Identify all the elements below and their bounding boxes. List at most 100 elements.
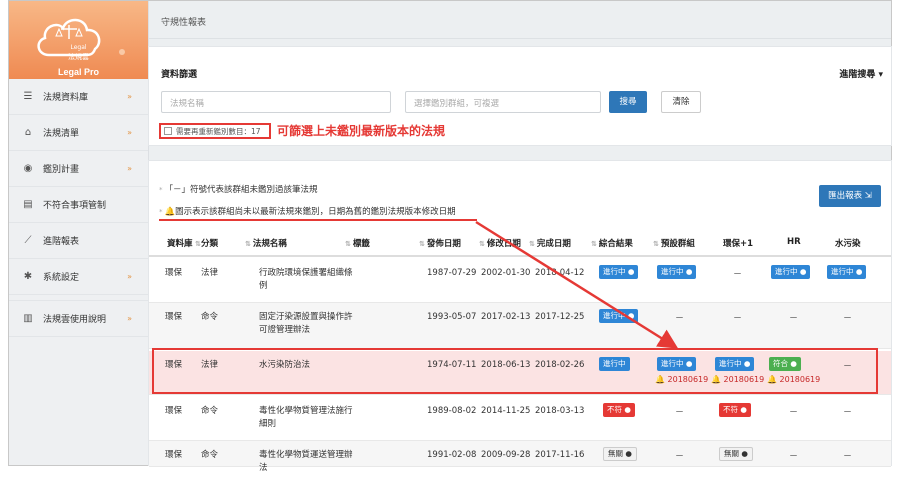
export-icon: ⇲ xyxy=(864,191,872,201)
status-dash: － xyxy=(843,314,853,324)
brand-name: 法規雲 xyxy=(68,53,89,61)
status-badge[interactable]: 不符 ● xyxy=(719,403,751,417)
sidebar-item-label: 法規清單 xyxy=(43,129,80,139)
cell-law-name[interactable]: 固定汙染源設置與操作許可證管理辦法 xyxy=(259,311,355,337)
product-name: Legal Pro xyxy=(57,67,99,77)
advanced-search-toggle[interactable]: 進階搜尋 ▾ xyxy=(839,67,883,80)
cell-law-name[interactable]: 行政院環境保護署組織條例 xyxy=(259,267,355,293)
sidebar-item-identification-plan[interactable]: ◉ 鑑別計畫 » xyxy=(9,151,148,187)
home-icon: ⌂ xyxy=(24,127,32,138)
col-water[interactable]: 水污染 xyxy=(835,237,861,249)
status-dash: － xyxy=(733,314,743,324)
export-report-button[interactable]: 匯出報表 ⇲ xyxy=(819,185,881,207)
col-database[interactable]: 資料庫 ⇅ xyxy=(167,237,203,249)
status-dash: － xyxy=(675,452,685,462)
collapse-dot-icon[interactable] xyxy=(119,49,125,55)
filter-panel: 資料篩選 進階搜尋 ▾ 法規名稱 選擇鑑別群組，可複選 搜尋 清除 需要再重新鑑… xyxy=(148,46,892,146)
status-dash: － xyxy=(675,314,685,324)
legend-underline xyxy=(159,219,477,221)
page-title: 守規性報表 xyxy=(161,18,207,28)
status-dash: － xyxy=(843,408,853,418)
cell-modify: 2009-09-28 xyxy=(481,450,531,460)
chevron-icon: » xyxy=(127,272,132,281)
status-dash: － xyxy=(789,452,799,462)
sidebar-item-law-database[interactable]: ☰ 法規資料庫 » xyxy=(9,79,148,115)
cell-category: 命令 xyxy=(201,312,219,322)
col-law-name[interactable]: ⇅ 法規名稱 xyxy=(245,237,287,249)
col-tag[interactable]: ⇅ 標籤 xyxy=(345,237,370,249)
col-publish-date[interactable]: ⇅ 發佈日期 xyxy=(419,237,461,249)
cell-publish: 1989-08-02 xyxy=(427,406,477,416)
status-badge[interactable]: 不符 ● xyxy=(603,403,635,417)
col-default-group[interactable]: ⇅ 預設群組 xyxy=(653,237,695,249)
filter-title: 資料篩選 xyxy=(161,70,198,80)
top-bar: 守規性報表 xyxy=(149,1,891,39)
cell-done: 2018-04-12 xyxy=(535,268,585,278)
cell-law-name[interactable]: 毒性化學物質管理法施行細則 xyxy=(259,405,355,431)
chevron-icon: » xyxy=(127,314,132,323)
status-badge[interactable]: 無關 ● xyxy=(603,447,637,461)
sidebar-item-label: 鑑別計畫 xyxy=(43,165,80,175)
re-identify-label: 需要再重新鑑別數目：17 xyxy=(176,126,261,136)
legend-dash-note: * 「－」符號代表該群組未鑑別過該筆法規 xyxy=(159,185,318,195)
sidebar: Legal 法規雲 Legal Pro ☰ 法規資料庫 » ⌂ 法規清單 » ◉… xyxy=(9,1,149,465)
sidebar-item-advanced-report[interactable]: ⟋ 進階報表 xyxy=(9,223,148,259)
re-identify-filter[interactable]: 需要再重新鑑別數目：17 xyxy=(159,123,271,139)
group-select[interactable]: 選擇鑑別群組，可複選 xyxy=(405,91,601,113)
eye-icon: ◉ xyxy=(23,163,33,174)
sidebar-item-settings[interactable]: ✱ 系統設定 » xyxy=(9,259,148,295)
cell-done: 2017-12-25 xyxy=(535,312,585,322)
report-table-panel: * 「－」符號代表該群組未鑑別過該筆法規 * 🔔圖示表示該群組尚未以最新法規來鑑別，… xyxy=(148,160,892,473)
cell-publish: 1993-05-07 xyxy=(427,312,477,322)
sidebar-item-help[interactable]: ▥ 法規雲使用說明 » xyxy=(9,301,148,337)
cell-modify: 2002-01-30 xyxy=(481,268,531,278)
table-header: 資料庫 ⇅ 分類 ⇅ 法規名稱 ⇅ 標籤 ⇅ 發佈日期 ⇅ 修改日期 ⇅ 完成日期 ⇅ 綜合… xyxy=(149,227,891,257)
chevron-icon: » xyxy=(127,128,132,137)
status-badge[interactable]: 進行中 ● xyxy=(827,265,867,279)
cell-category: 命令 xyxy=(201,450,219,460)
table-row[interactable]: 環保 法律 行政院環境保護署組織條例 1987-07-29 2002-01-30… xyxy=(149,259,891,303)
col-modify-date[interactable]: ⇅ 修改日期 xyxy=(479,237,521,249)
cell-publish: 1991-02-08 xyxy=(427,450,477,460)
sidebar-item-label: 進階報表 xyxy=(43,237,80,247)
cell-db: 環保 xyxy=(165,406,183,416)
brand-small: Legal xyxy=(70,44,87,51)
book-icon: ▥ xyxy=(23,313,33,324)
sidebar-item-law-list[interactable]: ⌂ 法規清單 » xyxy=(9,115,148,151)
col-done-date[interactable]: ⇅ 完成日期 xyxy=(529,237,571,249)
status-badge[interactable]: 進行中 ● xyxy=(599,309,639,323)
sidebar-item-nonconformity[interactable]: ▤ 不符合事項管制 xyxy=(9,187,148,223)
bell-icon: 🔔 xyxy=(164,207,176,217)
cell-publish: 1987-07-29 xyxy=(427,268,477,278)
col-env-plus1[interactable]: 環保+1 xyxy=(723,237,753,249)
chevron-icon: » xyxy=(127,92,132,101)
status-dash: － xyxy=(789,314,799,324)
law-name-input[interactable]: 法規名稱 xyxy=(161,91,391,113)
highlight-box xyxy=(152,348,878,394)
cell-db: 環保 xyxy=(165,450,183,460)
search-button[interactable]: 搜尋 xyxy=(609,91,647,113)
cell-modify: 2017-02-13 xyxy=(481,312,531,322)
status-badge[interactable]: 進行中 ● xyxy=(657,265,697,279)
legend-bell-note: * 🔔圖示表示該群組尚未以最新法規來鑑別，日期為舊的鑑別法規版本修改日期 xyxy=(159,207,456,217)
cell-law-name[interactable]: 毒性化學物質運送管理辦法 xyxy=(259,449,355,475)
col-category[interactable]: 分類 xyxy=(201,237,218,249)
sidebar-item-label: 法規資料庫 xyxy=(43,93,89,103)
cell-modify: 2014-11-25 xyxy=(481,406,531,416)
col-overall[interactable]: ⇅ 綜合結果 xyxy=(591,237,633,249)
status-dash: － xyxy=(675,408,685,418)
status-dash: － xyxy=(843,452,853,462)
status-badge[interactable]: 進行中 ● xyxy=(599,265,639,279)
cell-done: 2017-11-16 xyxy=(535,450,585,460)
status-badge[interactable]: 進行中 ● xyxy=(771,265,811,279)
col-hr[interactable]: HR xyxy=(787,237,801,247)
table-row[interactable]: 環保 命令 毒性化學物質管理法施行細則 1989-08-02 2014-11-2… xyxy=(149,397,891,441)
table-row[interactable]: 環保 命令 固定汙染源設置與操作許可證管理辦法 1993-05-07 2017-… xyxy=(149,303,891,349)
table-row[interactable]: 環保 命令 毒性化學物質運送管理辦法 1991-02-08 2009-09-28… xyxy=(149,441,891,473)
status-badge[interactable]: 無關 ● xyxy=(719,447,753,461)
re-identify-checkbox[interactable] xyxy=(164,127,172,135)
cell-db: 環保 xyxy=(165,268,183,278)
logo-area: Legal 法規雲 Legal Pro xyxy=(9,1,148,79)
clear-button[interactable]: 清除 xyxy=(661,91,701,113)
cell-category: 法律 xyxy=(201,268,219,278)
